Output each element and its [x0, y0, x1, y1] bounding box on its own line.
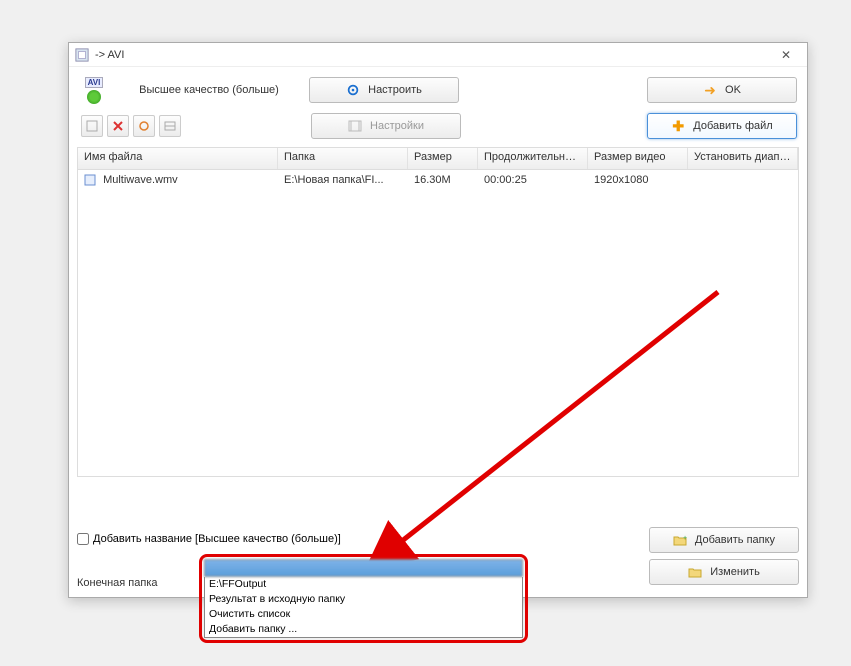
cell-folder: E:\Новая папка\FI...: [278, 172, 408, 188]
folder-icon: [688, 565, 702, 579]
dest-folder-label: Конечная папка: [77, 577, 187, 589]
arrow-right-icon: ➜: [703, 83, 717, 97]
file-table: Имя файла Папка Размер Продолжительность…: [77, 147, 799, 477]
th-range[interactable]: Установить диапаз...: [688, 148, 798, 169]
dest-folder-dropdown: E:\FFOutput Результат в исходную папку О…: [199, 554, 528, 643]
add-file-label: Добавить файл: [693, 120, 772, 132]
mini-buttons: [81, 115, 181, 137]
toolbar-row-1: AVI Высшее качество (больше) Настроить ➜…: [69, 67, 807, 111]
cell-duration: 00:00:25: [478, 172, 588, 188]
cell-video-size: 1920x1080: [588, 172, 688, 188]
titlebar: -> AVI ✕: [69, 43, 807, 67]
settings-button[interactable]: Настройки: [311, 113, 461, 139]
folder-plus-icon: +: [673, 533, 687, 547]
app-window: -> AVI ✕ AVI Высшее качество (больше) На…: [68, 42, 808, 598]
mini-btn-delete[interactable]: [107, 115, 129, 137]
add-folder-button[interactable]: + Добавить папку: [649, 527, 799, 553]
plus-icon: ✚: [671, 119, 685, 133]
mini-btn-record[interactable]: [133, 115, 155, 137]
settings-label: Настройки: [370, 120, 424, 132]
dropdown-option[interactable]: E:\FFOutput: [205, 577, 522, 592]
add-title-checkbox[interactable]: [77, 533, 89, 545]
th-video-size[interactable]: Размер видео: [588, 148, 688, 169]
dropdown-option[interactable]: Результат в исходную папку: [205, 592, 522, 607]
add-file-button[interactable]: ✚ Добавить файл: [647, 113, 797, 139]
annotation-red-box: E:\FFOutput Результат в исходную папку О…: [199, 554, 528, 643]
ok-button[interactable]: ➜ OK: [647, 77, 797, 103]
configure-button[interactable]: Настроить: [309, 77, 459, 103]
quality-label: Высшее качество (больше): [119, 84, 299, 96]
th-duration[interactable]: Продолжительность: [478, 148, 588, 169]
mini-btn-1[interactable]: [81, 115, 103, 137]
add-title-label: Добавить название [Высшее качество (боль…: [93, 533, 341, 545]
format-avi-icon: AVI: [79, 75, 109, 105]
change-button[interactable]: Изменить: [649, 559, 799, 585]
cell-range: [688, 178, 798, 182]
ok-label: OK: [725, 84, 741, 96]
th-size[interactable]: Размер: [408, 148, 478, 169]
change-label: Изменить: [710, 566, 760, 578]
table-header: Имя файла Папка Размер Продолжительность…: [78, 148, 798, 170]
dropdown-option[interactable]: Очистить список: [205, 607, 522, 622]
film-icon: [348, 119, 362, 133]
configure-label: Настроить: [368, 84, 422, 96]
svg-text:+: +: [683, 535, 687, 542]
dest-folder-combobox[interactable]: [204, 559, 523, 577]
app-icon: [75, 48, 89, 62]
th-folder[interactable]: Папка: [278, 148, 408, 169]
window-title: -> AVI: [95, 49, 124, 61]
th-name[interactable]: Имя файла: [78, 148, 278, 169]
mini-btn-grid[interactable]: [159, 115, 181, 137]
file-icon: [84, 174, 96, 186]
cell-size: 16.30M: [408, 172, 478, 188]
toolbar-row-2: Настройки ✚ Добавить файл: [69, 111, 807, 147]
cell-name: Multiwave.wmv: [103, 174, 178, 186]
close-icon[interactable]: ✕: [771, 48, 801, 62]
add-folder-label: Добавить папку: [695, 534, 775, 546]
gear-icon: [346, 83, 360, 97]
table-row[interactable]: Multiwave.wmv E:\Новая папка\FI... 16.30…: [78, 170, 798, 190]
dropdown-option[interactable]: Добавить папку ...: [205, 622, 522, 637]
dest-folder-options: E:\FFOutput Результат в исходную папку О…: [204, 577, 523, 638]
